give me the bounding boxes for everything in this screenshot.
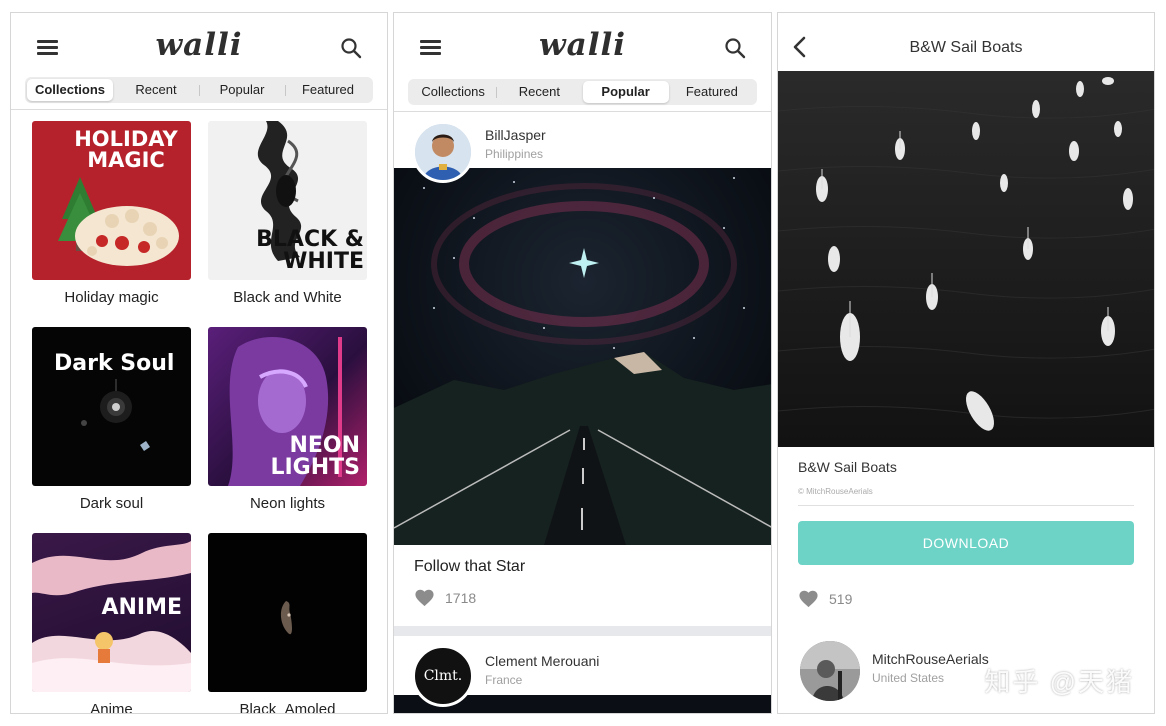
collection-card[interactable]: ANIME Anime — [32, 533, 191, 714]
lightbulb-illustration — [81, 379, 150, 451]
tab-recent[interactable]: Recent — [113, 79, 199, 101]
post-username[interactable]: BillJasper — [485, 127, 546, 143]
header-divider — [11, 109, 387, 110]
wallpaper-image[interactable] — [778, 71, 1154, 447]
like-row: 519 — [798, 589, 852, 608]
popular-feed-screen: walli Collections Recent Popular Feature… — [393, 12, 772, 714]
tab-bar: Collections Recent Popular Featured — [25, 77, 373, 103]
collection-thumbnail: NEON LIGHTS — [208, 327, 367, 486]
tab-featured[interactable]: Featured — [285, 79, 371, 101]
collection-caption: Anime — [90, 701, 133, 714]
avatar[interactable]: Clmt. — [412, 645, 474, 707]
collection-thumbnail: Dark Soul — [32, 327, 191, 486]
collections-screen: walli Collections Recent Popular Feature… — [10, 12, 388, 714]
tab-collections[interactable]: Collections — [27, 79, 113, 101]
collection-card[interactable]: BLACK & WHITE Black and White — [208, 121, 367, 306]
search-icon[interactable] — [340, 37, 362, 59]
header-divider — [394, 111, 771, 112]
sailboats-photo — [778, 71, 1154, 447]
post-location: Philippines — [485, 147, 544, 161]
post-location: France — [485, 673, 523, 687]
tab-popular[interactable]: Popular — [582, 81, 669, 103]
page-title: B&W Sail Boats — [909, 39, 1023, 56]
app-header: walli — [11, 13, 387, 77]
collection-thumbnail: HOLIDAY MAGIC — [32, 121, 191, 280]
collection-thumbnail — [208, 533, 367, 692]
collection-caption: Dark soul — [79, 495, 144, 512]
author-location: United States — [872, 671, 945, 685]
collection-tile-title: NEON LIGHTS — [270, 433, 360, 480]
tab-featured[interactable]: Featured — [669, 81, 755, 103]
post-image[interactable] — [394, 168, 771, 545]
tab-recent[interactable]: Recent — [496, 81, 582, 103]
collection-card[interactable]: Black_Amoled — [208, 533, 367, 714]
collection-card[interactable]: Dark Soul Dark soul — [32, 327, 191, 512]
dark-face-illustration — [280, 601, 292, 635]
wallpaper-credit: © MitchRouseAerials — [798, 487, 873, 496]
collection-caption: Black_Amoled — [239, 701, 336, 714]
collection-caption: Holiday magic — [64, 289, 159, 306]
post-separator — [394, 626, 771, 636]
tab-collections[interactable]: Collections — [410, 81, 496, 103]
wallpaper-name: B&W Sail Boats — [798, 459, 897, 475]
search-icon[interactable] — [724, 37, 746, 59]
download-button[interactable]: DOWNLOAD — [798, 521, 1134, 565]
collection-tile-title: ANIME — [101, 595, 182, 620]
collection-card[interactable]: NEON LIGHTS Neon lights — [208, 327, 367, 512]
wallpaper-detail-screen: B&W Sail Boats B&W Sail Boats © MitchRou… — [777, 12, 1155, 714]
app-logo: walli — [155, 27, 243, 63]
collection-tile-title: BLACK & WHITE — [256, 227, 364, 274]
post-username[interactable]: Clement Merouani — [485, 653, 599, 669]
detail-divider — [798, 505, 1134, 506]
avatar[interactable] — [800, 641, 860, 701]
watermark: 知乎 @天猪 — [984, 667, 1134, 697]
collection-card[interactable]: HOLIDAY MAGIC Holiday magic — [32, 121, 191, 306]
collection-thumbnail: ANIME — [32, 533, 191, 692]
collection-caption: Black and White — [233, 289, 342, 306]
tab-popular[interactable]: Popular — [199, 79, 285, 101]
like-count: 1718 — [445, 589, 477, 606]
heart-icon[interactable] — [414, 588, 435, 607]
author-username[interactable]: MitchRouseAerials — [872, 651, 989, 667]
post-title: Follow that Star — [414, 558, 526, 575]
heart-icon[interactable] — [798, 589, 819, 608]
tab-bar: Collections Recent Popular Featured — [408, 79, 757, 105]
avatar-monogram: Clmt. — [423, 668, 463, 684]
app-logo: walli — [538, 27, 627, 63]
holiday-illustration — [58, 177, 179, 266]
avatar[interactable] — [412, 121, 474, 183]
like-count: 519 — [829, 590, 853, 607]
collection-caption: Neon lights — [249, 495, 326, 512]
app-header: walli — [394, 13, 771, 77]
like-row: 1718 — [414, 588, 476, 607]
collection-thumbnail: BLACK & WHITE — [208, 121, 367, 280]
